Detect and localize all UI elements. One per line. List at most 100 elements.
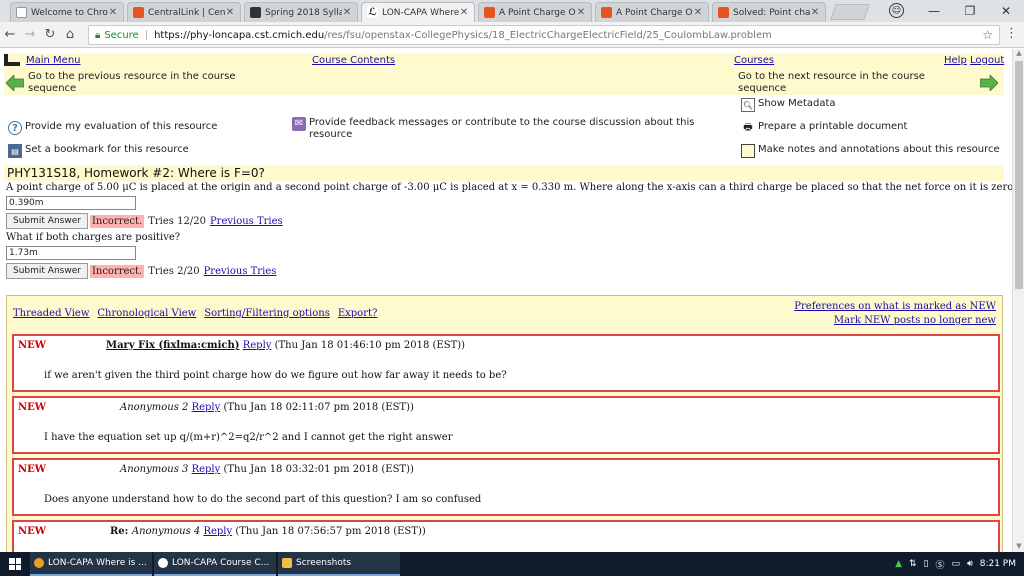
url-host: https://phy-loncapa.cst.cmich.edu	[154, 29, 325, 41]
help-link[interactable]: Help	[944, 55, 967, 66]
close-icon[interactable]: ✕	[810, 7, 820, 18]
answer-2-input[interactable]: 1.73m	[6, 246, 136, 260]
forward-icon[interactable]: →	[20, 27, 40, 42]
start-button[interactable]	[0, 552, 30, 576]
evaluation-icon: ?	[8, 121, 22, 135]
address-bar[interactable]: 🔒︎ Secure | https://phy-loncapa.cst.cmic…	[88, 25, 1000, 45]
volume-icon[interactable]: 🔊︎	[967, 559, 973, 569]
taskbar-item[interactable]: Screenshots	[278, 552, 400, 576]
next-arrow-icon[interactable]	[980, 75, 998, 91]
reply-link[interactable]: Reply	[243, 340, 272, 351]
new-prefs-link[interactable]: Preferences on what is marked as NEW	[794, 300, 996, 314]
post-author: Anonymous 2	[120, 402, 189, 413]
browser-tab[interactable]: Solved: Point char ✕	[712, 2, 826, 22]
previous-tries-2-link[interactable]: Previous Tries	[204, 266, 277, 277]
browser-tab[interactable]: Spring 2018 Syllab ✕	[244, 2, 358, 22]
close-icon[interactable]: ✕	[576, 7, 586, 18]
courses-link[interactable]: Courses	[734, 55, 774, 66]
printable-item[interactable]: 🖶︎ Prepare a printable document	[741, 121, 907, 135]
notes-item[interactable]: Make notes and annotations about this re…	[741, 144, 1000, 158]
system-tray: ▲ ⇅ ▯ Ⓢ ▭ 🔊︎ 8:21 PM	[895, 552, 1016, 576]
submit-answer-1-button[interactable]: Submit Answer	[6, 213, 88, 229]
close-icon[interactable]: ✕	[225, 7, 235, 18]
browser-tab[interactable]: A Point Charge Of ✕	[478, 2, 592, 22]
drive-icon[interactable]: ▲	[895, 559, 902, 569]
post-date: (Thu Jan 18 01:46:10 pm 2018 (EST))	[274, 340, 466, 351]
submit-row-2: Submit Answer Incorrect. Tries 2/20 Prev…	[6, 263, 276, 279]
feedback-item[interactable]: ✉ Provide feedback messages or contribut…	[292, 117, 712, 141]
browser-tab-active[interactable]: ℒ LON-CAPA Where ✕	[361, 2, 475, 22]
next-resource-text[interactable]: Go to the next resource in the course se…	[738, 71, 938, 95]
chegg-icon	[601, 7, 612, 18]
bookmark-star-icon[interactable]: ☆	[982, 28, 993, 42]
question-2-text: What if both charges are positive?	[6, 232, 181, 243]
evaluation-item[interactable]: ? Provide my evaluation of this resource	[8, 121, 217, 135]
profile-icon[interactable]: ☺	[889, 3, 904, 18]
post-author: Mary Fix (fixlma:cmich)	[106, 340, 240, 351]
main-nav-bar: Main Menu Course Contents Courses Help L…	[4, 53, 1004, 67]
post-date: (Thu Jan 18 02:11:07 pm 2018 (EST))	[223, 402, 414, 413]
secure-label: Secure	[104, 29, 139, 41]
chronological-view-link[interactable]: Chronological View	[97, 308, 196, 319]
main-menu-icon	[4, 54, 20, 66]
taskbar-item-label: LON-CAPA Course C...	[172, 558, 270, 568]
previous-arrow-icon[interactable]	[6, 75, 24, 91]
export-link[interactable]: Export?	[338, 308, 378, 319]
close-icon[interactable]: ✕	[108, 7, 118, 18]
metadata-icon: 🔍︎	[741, 98, 755, 112]
discussion-post: NEW Anonymous 3 Reply (Thu Jan 18 03:32:…	[12, 458, 1000, 516]
close-icon[interactable]: ✕	[342, 7, 352, 18]
discussion-view-links: Threaded View Chronological View Sorting…	[13, 308, 377, 319]
browser-tab[interactable]: A Point Charge Of ✕	[595, 2, 709, 22]
answer-1-input[interactable]: 0.390m	[6, 196, 136, 210]
browser-tab[interactable]: Welcome to Chron ✕	[10, 2, 124, 22]
submit-answer-2-button[interactable]: Submit Answer	[6, 263, 88, 279]
show-metadata-item[interactable]: 🔍︎ Show Metadata	[741, 98, 836, 112]
network-icon[interactable]: ⇅	[909, 559, 917, 569]
browser-menu-icon[interactable]: ⋮	[1005, 26, 1018, 41]
mark-not-new-link[interactable]: Mark NEW posts no longer new	[794, 314, 996, 328]
reply-link[interactable]: Reply	[192, 464, 221, 475]
feedback-label: Provide feedback messages or contribute …	[309, 117, 695, 140]
tab-title: CentralLink | Cent	[148, 7, 225, 18]
blackboard-icon	[250, 7, 261, 18]
taskbar-item[interactable]: LON-CAPA Course C...	[154, 552, 276, 576]
message-icon[interactable]: ▭	[952, 559, 961, 569]
scroll-up-icon[interactable]: ▲	[1013, 49, 1024, 59]
new-badge: NEW	[18, 402, 46, 413]
reload-icon[interactable]: ↻	[40, 27, 60, 42]
post-body: I have the equation set up q/(m+r)^2=q2/…	[44, 432, 453, 443]
evaluation-label: Provide my evaluation of this resource	[25, 121, 218, 132]
home-icon[interactable]: ⌂	[60, 27, 80, 42]
scroll-down-icon[interactable]: ▼	[1013, 542, 1024, 552]
main-menu-link[interactable]: Main Menu	[26, 55, 81, 66]
taskbar-item-label: LON-CAPA Where is ...	[48, 558, 147, 568]
course-contents-link[interactable]: Course Contents	[312, 55, 395, 66]
tab-title: A Point Charge Of	[616, 7, 693, 18]
battery-icon[interactable]: ▯	[924, 559, 929, 569]
previous-tries-1-link[interactable]: Previous Tries	[210, 216, 283, 227]
bookmark-item[interactable]: ▤ Set a bookmark for this resource	[8, 144, 189, 158]
previous-resource-text[interactable]: Go to the previous resource in the cours…	[28, 71, 258, 95]
sorting-options-link[interactable]: Sorting/Filtering options	[204, 308, 330, 319]
maximize-button[interactable]: ❐	[952, 0, 988, 22]
loncapa-icon: ℒ	[367, 7, 378, 18]
close-icon[interactable]: ✕	[459, 7, 469, 18]
page-scrollbar[interactable]: ▲ ▼	[1012, 49, 1024, 552]
taskbar-item[interactable]: LON-CAPA Where is ...	[30, 552, 152, 576]
back-icon[interactable]: ←	[0, 27, 20, 42]
reply-link[interactable]: Reply	[203, 526, 232, 537]
close-icon[interactable]: ✕	[693, 7, 703, 18]
new-tab-button[interactable]	[830, 4, 870, 20]
scrollbar-thumb[interactable]	[1015, 61, 1023, 289]
chegg-icon	[718, 7, 729, 18]
tab-title: LON-CAPA Where	[382, 7, 459, 18]
browser-tab[interactable]: CentralLink | Cent ✕	[127, 2, 241, 22]
minimize-button[interactable]: —	[916, 0, 952, 22]
logout-link[interactable]: Logout	[970, 55, 1004, 66]
skype-icon[interactable]: Ⓢ	[936, 558, 945, 571]
clock[interactable]: 8:21 PM	[980, 559, 1016, 569]
reply-link[interactable]: Reply	[192, 402, 221, 413]
close-window-button[interactable]: ✕	[988, 0, 1024, 22]
threaded-view-link[interactable]: Threaded View	[13, 308, 89, 319]
